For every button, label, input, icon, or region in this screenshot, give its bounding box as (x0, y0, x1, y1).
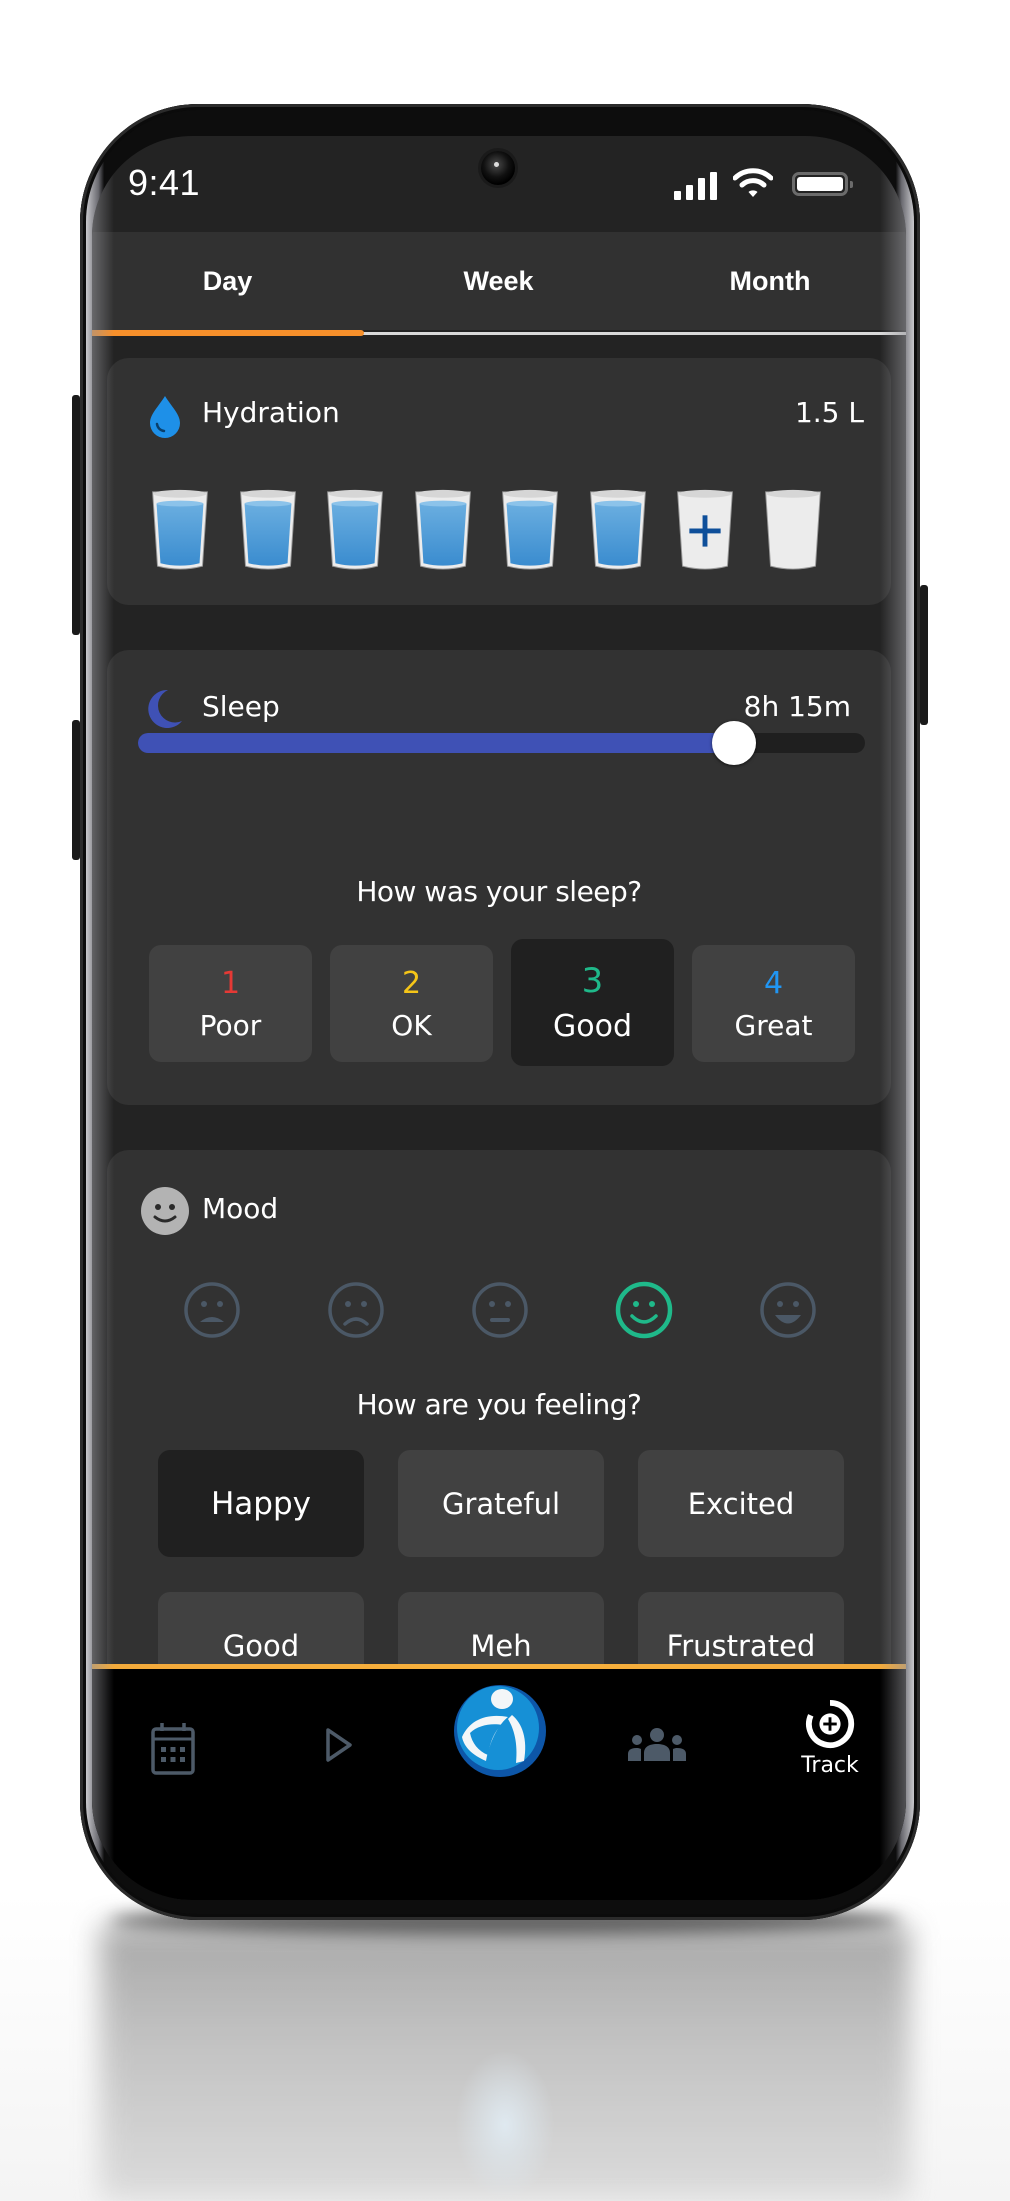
hydration-title: Hydration (202, 396, 340, 429)
phone-screen: 9:41 Day Week Month Hydration 1.5 L Slee… (92, 136, 906, 1900)
tab-day-label: Day (202, 265, 253, 296)
water-glass-full[interactable] (149, 486, 211, 572)
status-time: 9:41 (128, 162, 201, 203)
mood-face-sad[interactable] (326, 1280, 386, 1340)
glass-icon (502, 489, 558, 570)
nav-calendar[interactable] (150, 1721, 196, 1775)
track-icon (806, 1699, 855, 1749)
mood-face-neutral[interactable] (470, 1280, 530, 1340)
sleep-rating-great[interactable]: 4 Great (692, 945, 855, 1062)
sleep-rating-poor[interactable]: 1 Poor (149, 945, 312, 1062)
mood-chip-label: Excited (687, 1486, 795, 1521)
community-icon (628, 1728, 686, 1761)
calendar-icon (151, 1723, 195, 1775)
mood-face-happy[interactable] (614, 1280, 674, 1340)
tab-day[interactable]: Day (92, 232, 363, 330)
volume-button (72, 395, 80, 635)
period-tabs: Day Week Month (92, 232, 906, 330)
sleep-rating-good[interactable]: 3 Good (511, 939, 674, 1066)
mood-chip-grateful[interactable]: Grateful (398, 1450, 604, 1557)
happy-face-icon (615, 1281, 673, 1339)
power-button (920, 585, 928, 725)
mood-title: Mood (202, 1192, 279, 1225)
sleep-slider-handle[interactable] (712, 721, 757, 765)
hydration-card: Hydration 1.5 L (107, 358, 891, 605)
nav-play[interactable] (324, 1727, 354, 1763)
water-glass-full[interactable] (499, 486, 561, 572)
hydration-value: 1.5 L (794, 396, 864, 429)
nav-home-logo[interactable] (450, 1679, 550, 1779)
mood-chip-label: Meh (470, 1628, 532, 1663)
mood-faces (92, 1280, 906, 1344)
glasses-row (149, 486, 849, 576)
rating-number: 2 (401, 965, 422, 1001)
sleep-rating-ok[interactable]: 2 OK (330, 945, 493, 1062)
glass-icon (414, 489, 471, 570)
battery-icon (792, 172, 853, 196)
add-glass-button[interactable] (674, 486, 736, 572)
reflection-glow (455, 2050, 555, 2200)
nav-community[interactable] (627, 1727, 687, 1761)
tab-active-indicator (92, 330, 364, 336)
glass-icon (239, 489, 296, 570)
neutral-face-icon (472, 1282, 528, 1338)
water-glass-full[interactable] (412, 486, 474, 572)
sleep-title: Sleep (202, 690, 280, 723)
rating-number: 4 (763, 965, 784, 1001)
mood-chip-excited[interactable]: Excited (638, 1450, 844, 1557)
glass-icon (589, 489, 646, 570)
moon-icon (144, 688, 184, 730)
water-glass-full[interactable] (237, 486, 299, 572)
water-glass-full[interactable] (324, 486, 386, 572)
sleep-rating-options: 1 Poor 2 OK 3 Good 4 Great (149, 939, 855, 1075)
volume-down-button (72, 720, 80, 860)
glass-icon (152, 489, 208, 570)
tab-month[interactable]: Month (634, 232, 906, 330)
very-happy-face-icon (760, 1282, 816, 1338)
tab-week-label: Week (463, 265, 534, 296)
distressed-face-icon (184, 1282, 240, 1338)
sad-face-icon (328, 1282, 384, 1338)
water-glass-full[interactable] (587, 486, 649, 572)
rating-number: 3 (581, 961, 604, 1001)
tab-month-label: Month (729, 265, 811, 296)
mood-chip-label: Grateful (441, 1486, 561, 1521)
sleep-slider-fill (138, 733, 735, 753)
water-glass-empty[interactable] (762, 486, 824, 572)
mood-face-very-happy[interactable] (758, 1280, 818, 1340)
tab-week[interactable]: Week (363, 232, 634, 330)
water-drop-icon (147, 394, 183, 438)
mood-chips: Happy Grateful Excited Good Meh Frustrated (92, 1450, 906, 1699)
front-camera (481, 151, 515, 185)
smiley-icon (140, 1186, 190, 1236)
bottom-nav: Track (92, 1669, 906, 1900)
mood-chip-label: Good (222, 1628, 300, 1663)
mood-question: How are you feeling? (356, 1388, 642, 1421)
nav-track[interactable]: Track (792, 1699, 868, 1778)
rating-number: 1 (220, 965, 241, 1001)
rating-label: Poor (199, 1008, 262, 1042)
glass-icon (677, 489, 733, 570)
mood-chip-label: Happy (210, 1485, 311, 1522)
sleep-duration: 8h 15m (743, 690, 851, 723)
mood-chip-happy[interactable]: Happy (158, 1450, 364, 1557)
rating-label: Good (553, 1009, 632, 1044)
sleep-question: How was your sleep? (356, 875, 642, 908)
sleep-slider[interactable] (138, 721, 865, 765)
app-logo-icon (454, 1685, 546, 1777)
mood-face-distressed[interactable] (182, 1280, 242, 1340)
play-icon (326, 1728, 352, 1762)
glass-icon (327, 489, 383, 570)
mood-chip-label: Frustrated (666, 1628, 816, 1663)
wifi-icon (732, 166, 774, 200)
cellular-signal-icon (674, 172, 720, 200)
glass-icon (764, 489, 821, 570)
rating-label: Great (734, 1008, 813, 1042)
nav-track-label: Track (801, 1753, 859, 1778)
rating-label: OK (391, 1008, 432, 1042)
